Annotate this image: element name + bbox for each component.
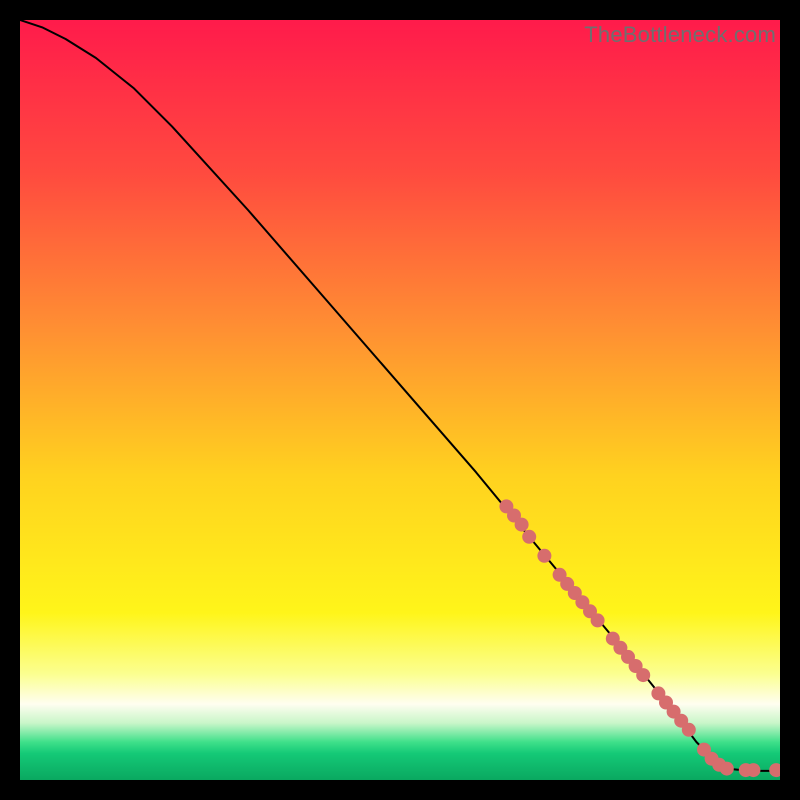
data-marker <box>537 549 551 563</box>
data-marker <box>591 613 605 627</box>
data-marker <box>682 723 696 737</box>
chart-frame: TheBottleneck.com <box>20 20 780 780</box>
data-marker <box>720 762 734 776</box>
data-marker <box>746 763 760 777</box>
data-marker <box>515 518 529 532</box>
watermark-text: TheBottleneck.com <box>584 22 776 48</box>
data-marker <box>636 668 650 682</box>
chart-svg <box>20 20 780 780</box>
data-marker <box>522 530 536 544</box>
chart-background <box>20 20 780 780</box>
